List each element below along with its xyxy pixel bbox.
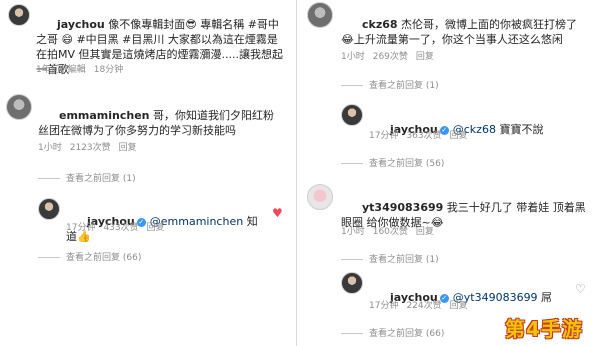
heart-icon[interactable]: ♥ — [272, 206, 283, 220]
comment-ckz68: ckz68 杰伦哥，微博上面的你被疯狂打榜了😂上升流量第一了，你这个当事人还这么… — [297, 0, 594, 96]
like-count[interactable]: 2123次赞 — [70, 143, 111, 153]
divider-line — [341, 333, 363, 334]
avatar[interactable] — [341, 104, 363, 126]
timestamp: 1小时 — [38, 143, 62, 153]
site-watermark-logo: 第4手游 — [505, 317, 583, 341]
comment-jaychou-post: jaychou 像不像專輯封面😎 專輯名稱 #哥中之哥 😄 #中目黑 #目黑川 … — [0, 0, 297, 80]
reply-button[interactable]: 回复 — [416, 227, 434, 237]
edited-label: 編輯 — [67, 65, 86, 75]
comment-text: jaychou 像不像專輯封面😎 專輯名稱 #哥中之哥 😄 #中目黑 #目黑川 … — [36, 2, 288, 92]
view-replies-label: 查看之前回复 (66) — [66, 253, 142, 263]
comment-meta: 1小时 269次赞 回复 — [341, 49, 442, 62]
comment-emmaminchen: emmaminchen 哥，你知道我们夕阳红粉丝团在微博为了你多努力的学习新技能… — [0, 88, 297, 188]
avatar[interactable] — [8, 4, 30, 26]
like-count[interactable]: 363次赞 — [406, 131, 441, 141]
avatar[interactable] — [307, 2, 333, 28]
like-count[interactable]: 269次赞 — [373, 52, 408, 62]
comment-meta: 1年前 編輯 18分钟 — [36, 62, 131, 75]
timestamp: 1小时 — [341, 52, 365, 62]
reply-button[interactable]: 回复 — [119, 143, 137, 153]
comment-body: 屌 — [537, 291, 553, 304]
avatar[interactable] — [38, 198, 60, 220]
view-replies-button[interactable]: 查看之前回复 (66) — [38, 250, 141, 263]
view-replies-button[interactable]: 查看之前回复 (1) — [341, 78, 439, 91]
timestamp: 17分钟 — [369, 131, 399, 141]
comment-yt349083699: yt349083699 我三十好几了 带着娃 顶着黑眼圈 给你做数据~😂 1小时… — [297, 180, 594, 270]
view-replies-label: 查看之前回复 (56) — [369, 159, 445, 169]
reply-button[interactable]: 回复 — [450, 301, 468, 311]
comment-reply-jaychou: jaychou ✓ @emmaminchen 知道👍 ♥ 17分钟 433次赞 回复 查… — [0, 190, 297, 270]
avatar[interactable] — [307, 184, 333, 210]
view-replies-button[interactable]: 查看之前回复 (56) — [341, 156, 444, 169]
view-replies-label: 查看之前回复 (1) — [369, 255, 439, 265]
view-replies-button[interactable]: 查看之前回复 (1) — [341, 252, 439, 265]
comment-meta: 1小时 2123次赞 回复 — [38, 140, 145, 153]
view-replies-button[interactable]: 查看之前回复 (1) — [38, 171, 136, 184]
avatar[interactable] — [341, 272, 363, 294]
view-replies-button[interactable]: 查看之前回复 (66) — [341, 326, 444, 339]
username[interactable]: emmaminchen — [59, 109, 150, 122]
divider-line — [341, 85, 363, 86]
timestamp: 1年前 — [36, 65, 60, 75]
comment-meta: 17分钟 224次赞 回复 — [369, 298, 476, 311]
reply-button[interactable]: 回复 — [416, 52, 434, 62]
like-count[interactable]: 433次赞 — [103, 223, 138, 233]
reply-button[interactable]: 回复 — [147, 223, 165, 233]
divider-line — [341, 259, 363, 260]
comment-body: 寶寶不說 — [495, 123, 544, 136]
reply-button[interactable]: 回复 — [450, 131, 468, 141]
divider-line — [38, 178, 60, 179]
timestamp: 1小时 — [341, 227, 365, 237]
view-replies-label: 查看之前回复 (1) — [66, 174, 136, 184]
like-count[interactable]: 160次赞 — [373, 227, 408, 237]
comment-meta: 17分钟 363次赞 回复 — [369, 128, 476, 141]
divider-line — [38, 257, 60, 258]
right-comments-panel: ckz68 杰伦哥，微博上面的你被疯狂打榜了😂上升流量第一了，你这个当事人还这么… — [297, 0, 594, 346]
avatar[interactable] — [6, 94, 32, 120]
username[interactable]: ckz68 — [362, 18, 398, 31]
time-ago: 18分钟 — [93, 65, 124, 75]
timestamp: 17分钟 — [369, 301, 399, 311]
username[interactable]: jaychou — [57, 18, 105, 31]
like-count[interactable]: 224次赞 — [406, 301, 441, 311]
comment-reply-jaychou-ckz68: jaychou ✓ @ckz68 寶寶不說 17分钟 363次赞 回复 查看之前回复 (… — [297, 100, 594, 172]
timestamp: 17分钟 — [66, 223, 96, 233]
heart-outline-icon[interactable]: ♡ — [575, 282, 586, 296]
divider-line — [341, 163, 363, 164]
view-replies-label: 查看之前回复 (66) — [369, 329, 445, 339]
comment-meta: 17分钟 433次赞 回复 — [66, 220, 173, 233]
view-replies-label: 查看之前回复 (1) — [369, 81, 439, 91]
comment-meta: 1小时 160次赞 回复 — [341, 224, 442, 237]
left-comments-panel: jaychou 像不像專輯封面😎 專輯名稱 #哥中之哥 😄 #中目黑 #目黑川 … — [0, 0, 297, 346]
username[interactable]: yt349083699 — [362, 201, 443, 214]
